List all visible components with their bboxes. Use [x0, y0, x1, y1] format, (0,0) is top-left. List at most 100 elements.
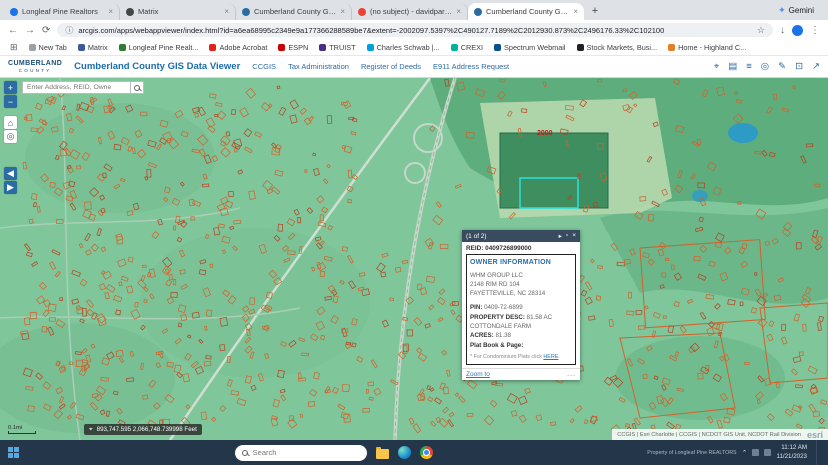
start-button[interactable] [8, 447, 20, 459]
bookmark-favicon-icon [319, 44, 326, 51]
condo-note: * For Condominium Plats click HERE. [470, 353, 572, 361]
draw-icon[interactable]: ✎ [778, 61, 786, 72]
legend-icon[interactable]: ≡ [746, 61, 752, 72]
bookmark-favicon-icon [577, 44, 584, 51]
chrome-browser-icon[interactable] [420, 446, 433, 459]
browser-tab[interactable]: Longleaf Pine Realtors × [4, 3, 120, 20]
logo-text-bottom: COUNTY [8, 68, 62, 73]
bookmark-item[interactable]: TRUIST [319, 43, 355, 52]
downloads-icon[interactable]: ↓ [780, 25, 785, 36]
widget-toolbar: ⌖ ▤ ≡ ◎ ✎ ⊡ ↗ [714, 61, 820, 72]
refresh-icon[interactable]: ⟳ [42, 25, 50, 36]
condo-plats-link[interactable]: HERE [543, 354, 558, 360]
tab-close-icon[interactable]: × [456, 7, 461, 16]
bookmark-item[interactable]: Charles Schwab |... [367, 43, 440, 52]
apps-grid-icon[interactable]: ⊞ [10, 42, 18, 53]
identify-icon[interactable]: ⌖ [714, 61, 719, 72]
gis-app-header: CUMBERLAND COUNTY Cumberland County GIS … [0, 56, 828, 78]
network-icon[interactable] [752, 449, 759, 456]
popup-next-feature-icon[interactable]: ▸ [559, 232, 562, 240]
field-pin: PIN: 0409-72-6899 [470, 303, 572, 312]
nav-link-register-of-deeds[interactable]: Register of Deeds [361, 62, 421, 71]
new-tab-button[interactable]: + [588, 4, 602, 18]
bookmark-item[interactable]: Stock Markets, Busi... [577, 43, 658, 52]
previous-extent-button[interactable]: ◀ [4, 167, 17, 180]
browser-tab[interactable]: Cumberland County GIS Data × [236, 3, 352, 20]
logo-text-top: CUMBERLAND [8, 60, 62, 68]
browser-menu-icon[interactable]: ⋮ [810, 25, 820, 36]
url-input[interactable] [78, 26, 752, 35]
popup-pager: (1 of 2) [466, 233, 487, 240]
tab-title: Cumberland County GIS Data [486, 7, 569, 16]
bookmark-item[interactable]: CREXI [451, 43, 483, 52]
share-icon[interactable]: ↗ [812, 61, 820, 72]
app-nav: CCGIS Tax Administration Register of Dee… [252, 62, 509, 71]
back-icon[interactable]: ← [8, 25, 18, 36]
search-button[interactable] [130, 81, 144, 94]
popup-dock-icon[interactable]: ▫ [566, 232, 568, 240]
field-property-desc: PROPERTY DESC: 81.58 AC [470, 313, 572, 322]
browser-tab[interactable]: (no subject) - davidparksharm... × [352, 3, 468, 20]
nav-link-tax-administration[interactable]: Tax Administration [288, 62, 349, 71]
bookmark-label: CREXI [461, 43, 483, 52]
zoom-in-button[interactable]: + [4, 81, 17, 94]
tab-close-icon[interactable]: × [340, 7, 345, 16]
taskbar-clock[interactable]: 11:12 AM 11/21/2023 [776, 444, 807, 460]
volume-icon[interactable] [764, 449, 771, 456]
map-scalebar: 0.1mi [8, 425, 36, 434]
forward-icon[interactable]: → [25, 25, 35, 36]
taskbar-search-input[interactable] [253, 448, 360, 457]
notification-center-button[interactable] [816, 440, 820, 465]
browser-tab-active[interactable]: Cumberland County GIS Data × [468, 3, 584, 20]
gis-map[interactable]: 2000 + − ⌂ ◎ ◀ ▶ (1 of 2) ▸ ▫ × [0, 78, 828, 440]
bookmark-label: Stock Markets, Busi... [587, 43, 658, 52]
bookmark-item[interactable]: Spectrum Webmail [494, 43, 566, 52]
search-input[interactable] [22, 81, 130, 94]
tab-favicon-icon [126, 8, 134, 16]
profile-avatar[interactable] [792, 25, 803, 36]
bookmark-item[interactable]: Matrix [78, 43, 108, 52]
taskbar-search[interactable] [235, 445, 367, 461]
browser-tab[interactable]: Matrix × [120, 3, 236, 20]
field-acres: ACRES: 81.38 [470, 331, 572, 340]
bookmark-label: TRUIST [329, 43, 355, 52]
locate-button[interactable]: ◎ [4, 130, 17, 143]
bookmark-item[interactable]: ESPN [278, 43, 308, 52]
popup-header[interactable]: (1 of 2) ▸ ▫ × [462, 230, 580, 242]
popup-close-icon[interactable]: × [572, 232, 576, 240]
field-plat-book-page: Plat Book & Page: [470, 341, 572, 350]
tab-close-icon[interactable]: × [224, 7, 229, 16]
tray-chevron-icon[interactable]: ⌃ [742, 449, 748, 457]
bookmark-star-icon[interactable]: ☆ [757, 25, 765, 36]
browser-address-bar: ← → ⟳ ⓘ ☆ ↓ ⋮ [0, 20, 828, 40]
tab-close-icon[interactable]: × [573, 7, 578, 16]
layer-list-icon[interactable]: ▤ [728, 61, 737, 72]
gemini-button[interactable]: ✦ Gemini [778, 5, 824, 16]
bookmark-item[interactable]: Longleaf Pine Realt... [119, 43, 199, 52]
print-icon[interactable]: ⊡ [795, 61, 803, 72]
nav-link-ccgis[interactable]: CCGIS [252, 62, 276, 71]
zoom-to-link[interactable]: Zoom to [466, 371, 490, 378]
bookmark-item[interactable]: New Tab [29, 43, 67, 52]
site-info-icon[interactable]: ⓘ [65, 25, 73, 36]
file-explorer-icon[interactable] [376, 449, 389, 459]
nav-link-e911-address-request[interactable]: E911 Address Request [433, 62, 509, 71]
bookmark-item[interactable]: Home - Highland C... [668, 43, 746, 52]
next-extent-button[interactable]: ▶ [4, 181, 17, 194]
spacer [4, 144, 17, 166]
map-attribution: CCGIS | Esri Charlotte | CCGIS | NCDOT G… [612, 429, 828, 440]
parcel-map-label: 2000 [537, 130, 553, 137]
map-canvas[interactable] [0, 78, 828, 440]
tab-close-icon[interactable]: × [108, 7, 113, 16]
zoom-out-button[interactable]: − [4, 95, 17, 108]
bookmark-item[interactable]: Adobe Acrobat [209, 43, 267, 52]
popup-more-icon[interactable]: ... [567, 371, 576, 378]
omnibox[interactable]: ⓘ ☆ [57, 23, 773, 37]
bookmark-label: Longleaf Pine Realt... [129, 43, 199, 52]
home-button[interactable]: ⌂ [4, 116, 17, 129]
basemap-gallery-icon[interactable]: ◎ [761, 61, 769, 72]
crosshair-icon: ⌖ [89, 426, 93, 434]
gemini-label: Gemini [789, 6, 814, 15]
edge-browser-icon[interactable] [398, 446, 411, 459]
bookmark-favicon-icon [119, 44, 126, 51]
